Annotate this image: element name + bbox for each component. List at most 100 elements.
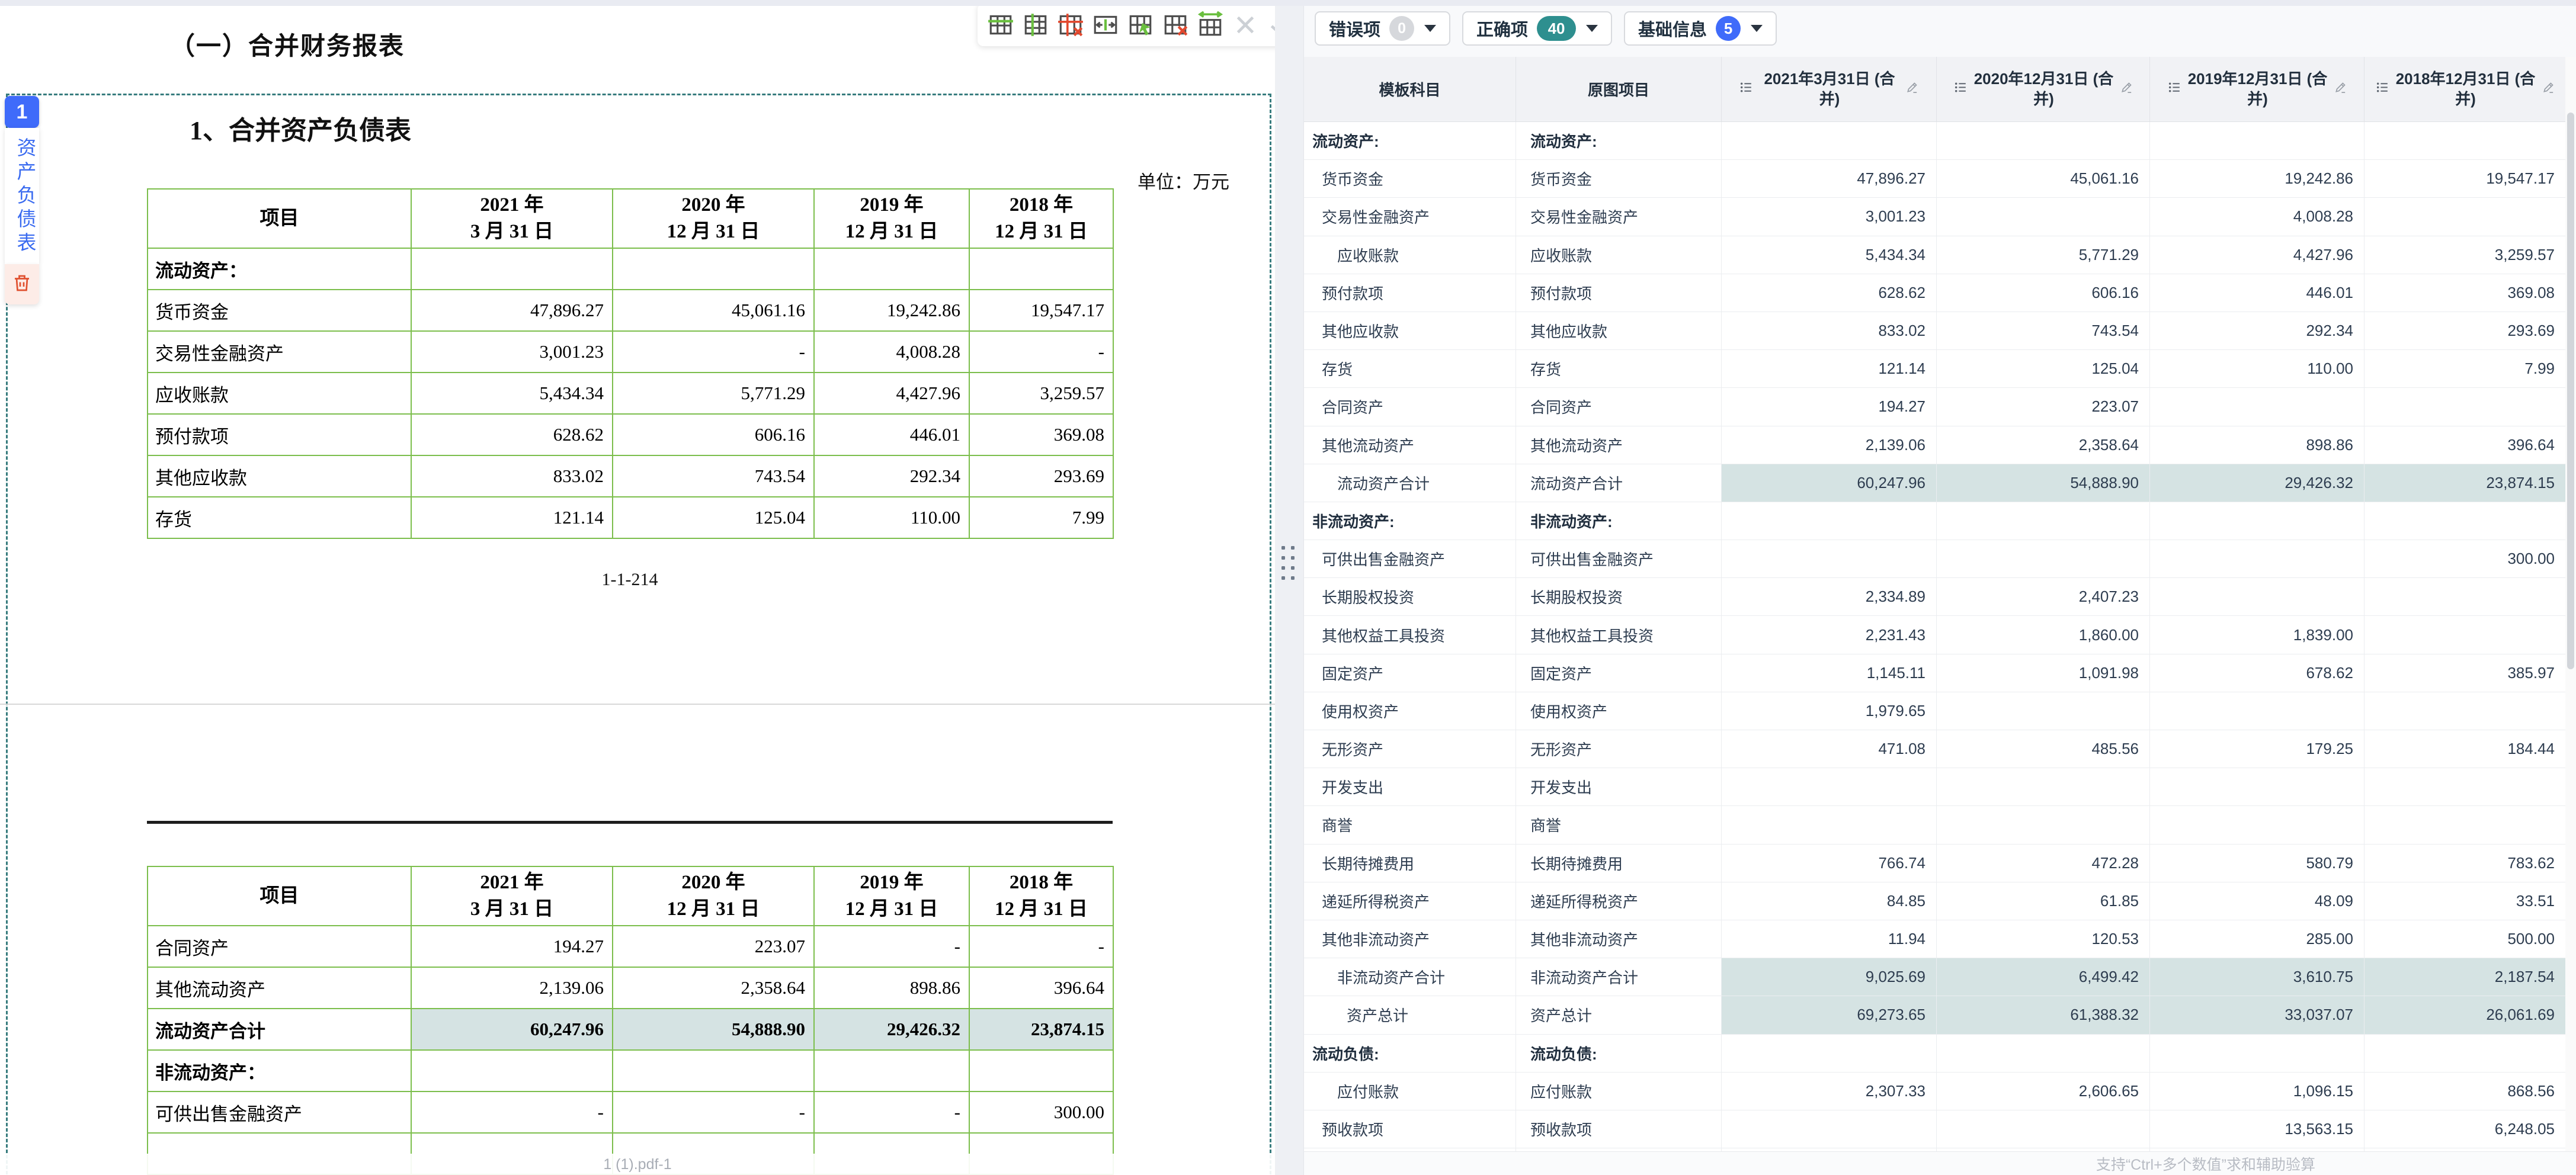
error-items-filter-button[interactable]: 错误项 0	[1315, 11, 1450, 46]
value-cell[interactable]: 2,139.06	[1722, 426, 1937, 464]
value-cell[interactable]: 6,248.05	[2364, 1110, 2566, 1148]
original-item-cell[interactable]: 开发支出	[1516, 768, 1722, 805]
value-cell[interactable]	[2150, 388, 2364, 425]
value-cell[interactable]: 606.16	[1937, 274, 2150, 312]
value-cell[interactable]	[1937, 768, 2150, 805]
value-cell[interactable]: 472.28	[1937, 845, 2150, 882]
value-cell[interactable]: 766.74	[1722, 845, 1937, 882]
table-index-badge[interactable]: 1	[5, 96, 39, 128]
value-cell[interactable]	[2364, 806, 2566, 843]
template-subject-cell[interactable]: 其他流动资产	[1304, 426, 1516, 464]
basic-info-filter-button[interactable]: 基础信息 5	[1624, 11, 1777, 46]
value-cell[interactable]: 9,025.69	[1722, 958, 1937, 996]
value-cell[interactable]: 23,874.15	[2364, 464, 2566, 502]
value-cell[interactable]	[2364, 388, 2566, 425]
insert-row-icon[interactable]	[987, 11, 1014, 38]
template-subject-cell[interactable]: 预付款项	[1304, 274, 1516, 312]
table-row[interactable]: 流动负债:流动负债:	[1304, 1035, 2566, 1073]
panel-divider[interactable]	[1275, 0, 1303, 1175]
template-subject-cell[interactable]: 固定资产	[1304, 654, 1516, 692]
original-item-cell[interactable]: 流动负债:	[1516, 1035, 1722, 1072]
table-row[interactable]: 固定资产固定资产1,145.111,091.98678.62385.97	[1304, 654, 2566, 692]
template-subject-cell[interactable]: 存货	[1304, 350, 1516, 387]
column-header-6[interactable]: 2018年12月31日 (合并)	[2364, 57, 2566, 121]
template-subject-cell[interactable]: 可供出售金融资产	[1304, 540, 1516, 577]
value-cell[interactable]	[2150, 540, 2364, 577]
value-cell[interactable]: 783.62	[2364, 845, 2566, 882]
value-cell[interactable]: 13,563.15	[2150, 1110, 2364, 1148]
original-item-cell[interactable]: 其他权益工具投资	[1516, 616, 1722, 653]
template-subject-cell[interactable]: 其他权益工具投资	[1304, 616, 1516, 653]
value-cell[interactable]: 2,231.43	[1722, 616, 1937, 653]
table-tab-label[interactable]: 资产负债表	[5, 128, 39, 264]
value-cell[interactable]: 285.00	[2150, 920, 2364, 958]
template-subject-cell[interactable]: 预收款项	[1304, 1110, 1516, 1148]
value-cell[interactable]: 33,037.07	[2150, 996, 2364, 1033]
select-cells-icon[interactable]	[1127, 11, 1154, 38]
column-header-4[interactable]: 2020年12月31日 (合并)	[1937, 57, 2150, 121]
column-header-5[interactable]: 2019年12月31日 (合并)	[2150, 57, 2364, 121]
table-row[interactable]: 其他应收款其他应收款833.02743.54292.34293.69	[1304, 312, 2566, 350]
table-row[interactable]: 流动资产:流动资产:	[1304, 122, 2566, 160]
table-row[interactable]: 流动资产合计流动资产合计60,247.9654,888.9029,426.322…	[1304, 464, 2566, 502]
value-cell[interactable]: 11.94	[1722, 920, 1937, 958]
value-cell[interactable]: 1,839.00	[2150, 616, 2364, 653]
vertical-scrollbar[interactable]	[2565, 57, 2576, 1151]
value-cell[interactable]: 471.08	[1722, 730, 1937, 768]
value-cell[interactable]: 69,273.65	[1722, 996, 1937, 1033]
original-item-cell[interactable]: 资产总计	[1516, 996, 1722, 1033]
value-cell[interactable]	[2364, 692, 2566, 730]
template-subject-cell[interactable]: 流动负债:	[1304, 1035, 1516, 1072]
value-cell[interactable]: 3,259.57	[2364, 236, 2566, 274]
table-row[interactable]: 长期待摊费用长期待摊费用766.74472.28580.79783.62	[1304, 845, 2566, 882]
confirm-icon[interactable]	[1267, 11, 1275, 38]
table-row[interactable]: 货币资金货币资金47,896.2745,061.1619,242.8619,54…	[1304, 160, 2566, 198]
value-cell[interactable]: 5,434.34	[1722, 236, 1937, 274]
template-subject-cell[interactable]: 应付账款	[1304, 1073, 1516, 1110]
value-cell[interactable]: 19,242.86	[2150, 160, 2364, 197]
value-cell[interactable]: 4,008.28	[2150, 198, 2364, 235]
value-cell[interactable]: 2,334.89	[1722, 578, 1937, 615]
table-row[interactable]: 合同资产合同资产194.27223.07	[1304, 388, 2566, 426]
doc-balance-sheet-table-1[interactable]: 项目2021 年 3 月 31 日2020 年 12 月 31 日2019 年 …	[147, 188, 1114, 539]
column-header-3[interactable]: 2021年3月31日 (合并)	[1722, 57, 1937, 121]
value-cell[interactable]: 369.08	[2364, 274, 2566, 312]
original-item-cell[interactable]: 存货	[1516, 350, 1722, 387]
template-subject-cell[interactable]: 长期股权投资	[1304, 578, 1516, 615]
value-cell[interactable]	[1937, 540, 2150, 577]
value-cell[interactable]: 396.64	[2364, 426, 2566, 464]
table-row[interactable]: 应收账款应收账款5,434.345,771.294,427.963,259.57	[1304, 236, 2566, 274]
template-subject-cell[interactable]: 长期待摊费用	[1304, 845, 1516, 882]
value-cell[interactable]: 3,610.75	[2150, 958, 2364, 996]
table-row[interactable]: 开发支出开发支出	[1304, 768, 2566, 806]
original-item-cell[interactable]: 交易性金融资产	[1516, 198, 1722, 235]
delete-row-column-icon[interactable]	[1057, 11, 1084, 38]
original-item-cell[interactable]: 使用权资产	[1516, 692, 1722, 730]
delete-table-button[interactable]	[5, 264, 39, 304]
table-row[interactable]: 资产总计资产总计69,273.6561,388.3233,037.0726,06…	[1304, 996, 2566, 1034]
value-cell[interactable]	[1722, 1035, 1937, 1072]
cancel-icon[interactable]	[1232, 11, 1259, 38]
original-item-cell[interactable]: 固定资产	[1516, 654, 1722, 692]
template-subject-cell[interactable]: 资产总计	[1304, 996, 1516, 1033]
value-cell[interactable]: 678.62	[2150, 654, 2364, 692]
edit-icon[interactable]	[2120, 80, 2133, 98]
insert-column-icon[interactable]	[1022, 11, 1049, 38]
original-item-cell[interactable]: 长期待摊费用	[1516, 845, 1722, 882]
value-cell[interactable]: 743.54	[1937, 312, 2150, 349]
value-cell[interactable]: 54,888.90	[1937, 464, 2150, 502]
value-cell[interactable]	[2150, 502, 2364, 540]
value-cell[interactable]	[1937, 692, 2150, 730]
value-cell[interactable]: 2,407.23	[1937, 578, 2150, 615]
edit-icon[interactable]	[1905, 80, 1919, 98]
value-cell[interactable]	[2150, 578, 2364, 615]
value-cell[interactable]: 1,096.15	[2150, 1073, 2364, 1110]
template-subject-cell[interactable]: 交易性金融资产	[1304, 198, 1516, 235]
table-row[interactable]: 商誉商誉	[1304, 806, 2566, 844]
adjust-column-width-icon[interactable]	[1092, 11, 1119, 38]
value-cell[interactable]	[1722, 540, 1937, 577]
value-cell[interactable]: 184.44	[2364, 730, 2566, 768]
template-subject-cell[interactable]: 其他应收款	[1304, 312, 1516, 349]
value-cell[interactable]	[1722, 1110, 1937, 1148]
value-cell[interactable]: 120.53	[1937, 920, 2150, 958]
